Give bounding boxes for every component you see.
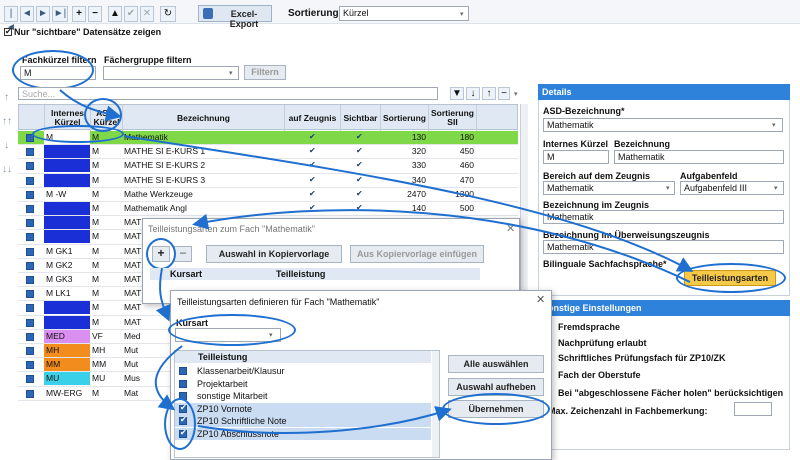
arrow [192,209,691,283]
arrow [155,267,171,322]
arrow [123,135,694,272]
annotation-arrows [59,89,694,434]
arrow [197,406,452,434]
arrow [154,345,183,411]
arrow [59,89,122,122]
